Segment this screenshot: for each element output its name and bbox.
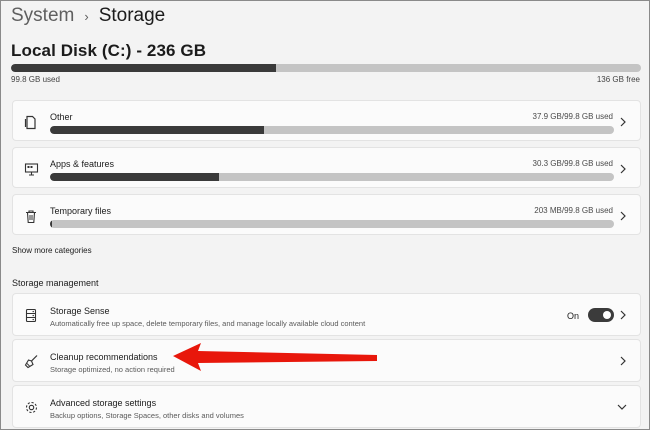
chevron-right-icon: › xyxy=(84,8,89,24)
storage-sense-card[interactable]: Storage Sense Automatically free up spac… xyxy=(12,293,641,336)
page-title: Storage xyxy=(98,5,166,26)
cleanup-recommendations-card[interactable]: Cleanup recommendations Storage optimize… xyxy=(12,339,641,382)
category-usage-fill xyxy=(50,173,220,181)
chevron-right-icon xyxy=(618,309,628,321)
chevron-right-icon xyxy=(618,355,628,367)
category-usage-fill xyxy=(50,126,265,134)
cleanup-recommendations-title: Cleanup recommendations xyxy=(50,352,158,362)
breadcrumb-system[interactable]: System xyxy=(11,5,74,27)
advanced-storage-settings-title: Advanced storage settings xyxy=(50,398,157,408)
gear-icon xyxy=(23,399,39,415)
storage-icon xyxy=(23,307,39,323)
category-other[interactable]: Other 37.9 GB/99.8 GB used xyxy=(12,100,641,141)
breadcrumb: System › Storage xyxy=(11,4,165,28)
category-usage-bar xyxy=(50,173,614,181)
disk-usage-bar xyxy=(11,64,641,72)
category-usage-bar xyxy=(50,220,614,228)
disk-free-label: 136 GB free xyxy=(596,75,640,84)
storage-sense-description: Automatically free up space, delete temp… xyxy=(50,319,366,328)
category-usage-fill xyxy=(50,220,52,228)
apps-icon xyxy=(23,161,39,177)
disk-used-label: 99.8 GB used xyxy=(11,75,60,84)
category-label: Other xyxy=(50,112,73,122)
storage-sense-toggle[interactable] xyxy=(588,308,614,322)
document-icon xyxy=(23,114,39,130)
chevron-right-icon xyxy=(618,210,628,222)
disk-title: Local Disk (C:) - 236 GB xyxy=(11,41,207,60)
disk-usage-fill xyxy=(11,64,276,72)
chevron-right-icon xyxy=(618,116,628,128)
chevron-down-icon xyxy=(616,401,628,413)
storage-sense-title: Storage Sense xyxy=(50,306,110,316)
chevron-right-icon xyxy=(618,163,628,175)
cleanup-recommendations-description: Storage optimized, no action required xyxy=(50,365,175,374)
toggle-knob xyxy=(603,311,611,319)
toggle-state-label: On xyxy=(566,311,579,321)
category-usage-bar xyxy=(50,126,614,134)
advanced-storage-settings-card[interactable]: Advanced storage settings Backup options… xyxy=(12,385,641,428)
category-value: 30.3 GB/99.8 GB used xyxy=(532,159,614,168)
category-value: 37.9 GB/99.8 GB used xyxy=(532,112,614,121)
advanced-storage-settings-description: Backup options, Storage Spaces, other di… xyxy=(50,411,244,420)
trash-icon xyxy=(23,208,39,224)
broom-icon xyxy=(23,353,39,369)
category-temporary-files[interactable]: Temporary files 203 MB/99.8 GB used xyxy=(12,194,641,235)
section-title: Storage management xyxy=(12,278,99,288)
category-label: Apps & features xyxy=(50,159,115,169)
show-more-categories-link[interactable]: Show more categories xyxy=(12,246,92,255)
category-value: 203 MB/99.8 GB used xyxy=(534,206,613,215)
category-label: Temporary files xyxy=(50,206,112,216)
category-apps-features[interactable]: Apps & features 30.3 GB/99.8 GB used xyxy=(12,147,641,188)
